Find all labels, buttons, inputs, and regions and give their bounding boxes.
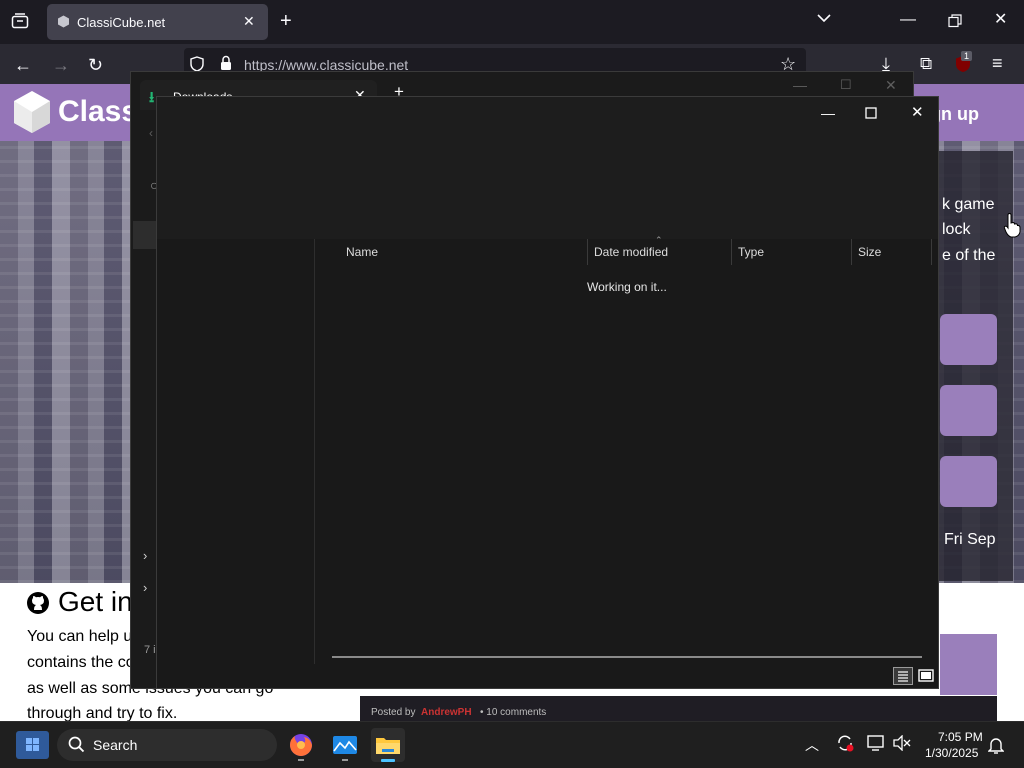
column-header-name[interactable]: Name (346, 245, 378, 259)
active-indicator (381, 759, 395, 762)
tab-title: ClassiCube.net (77, 15, 166, 30)
classicube-logo-icon[interactable] (12, 90, 52, 134)
explorer-toolbar-area: — ✕ (157, 97, 938, 239)
column-header-date-modified[interactable]: Date modified (594, 245, 668, 259)
running-indicator (298, 759, 304, 761)
search-icon (68, 736, 85, 758)
item-count-label: 7 i (144, 644, 156, 656)
chevron-down-icon[interactable] (816, 12, 832, 28)
running-indicator (342, 759, 348, 761)
close-window-button[interactable]: ✕ (994, 12, 1007, 28)
search-placeholder: Search (93, 737, 138, 753)
maximize-window-button[interactable]: ☐ (840, 77, 852, 93)
action-button-3[interactable] (940, 456, 997, 507)
volume-muted-icon[interactable] (893, 734, 911, 756)
column-divider (931, 239, 932, 265)
navigation-pane (157, 239, 315, 664)
network-icon[interactable] (867, 735, 885, 756)
clock-time[interactable]: 7:05 PM (938, 730, 983, 744)
maximize-window-button[interactable] (865, 106, 877, 124)
tab-classicube[interactable]: ClassiCube.net ✕ (47, 4, 268, 40)
expand-chevron-icon[interactable]: › (143, 548, 147, 563)
column-header-size[interactable]: Size (858, 245, 881, 259)
blog-posted-by: Posted by (371, 707, 416, 718)
expand-chevron-icon[interactable]: › (143, 580, 147, 595)
reload-icon[interactable]: ↻ (88, 56, 103, 74)
hand-cursor-icon (1003, 212, 1021, 239)
ublock-extension-icon[interactable]: 1 (955, 51, 973, 73)
column-header-type[interactable]: Type (738, 245, 764, 259)
intro-text-line-1: k game (942, 196, 995, 213)
action-button-2[interactable] (940, 385, 997, 436)
tab-list-icon[interactable] (10, 13, 30, 31)
taskbar-search[interactable]: Search (57, 729, 277, 761)
blog-author-link[interactable]: AndrewPH (421, 707, 472, 718)
intro-text-line-2: lock (942, 221, 971, 238)
blog-comments-link[interactable]: • 10 comments (480, 707, 546, 718)
minimize-window-button[interactable]: — (821, 105, 835, 121)
action-button-1[interactable] (940, 314, 997, 365)
details-view-button[interactable] (893, 667, 913, 685)
notification-bell-icon[interactable] (987, 736, 1005, 759)
close-window-button[interactable]: ✕ (885, 77, 897, 94)
blog-post-card[interactable] (940, 634, 997, 695)
clock-date[interactable]: 1/30/2025 (925, 746, 978, 760)
back-arrow-icon[interactable]: ← (14, 56, 32, 74)
file-explorer-window: — ✕ Name ⌃ Date modified Type Size Worki… (156, 96, 939, 689)
download-arrow-icon: ⭳ (149, 89, 155, 106)
horizontal-scrollbar[interactable] (332, 656, 922, 658)
start-button[interactable] (16, 731, 49, 759)
sync-status-icon[interactable] (836, 734, 854, 757)
github-icon (26, 591, 50, 615)
column-divider (731, 239, 732, 265)
back-arrow-icon[interactable]: ‹ (149, 126, 153, 140)
forward-arrow-icon[interactable]: → (52, 56, 70, 74)
new-tab-button[interactable]: + (280, 11, 292, 31)
extensions-icon[interactable]: ⧉ (920, 55, 932, 72)
column-divider (587, 239, 588, 265)
nav-selection (133, 221, 157, 249)
section-heading: Get in (58, 586, 133, 617)
site-favicon-icon (57, 15, 70, 28)
restore-window-button[interactable] (948, 14, 962, 32)
minimize-window-button[interactable]: — (900, 12, 916, 28)
firefox-app-icon[interactable] (284, 728, 318, 762)
news-date: Fri Sep (944, 531, 996, 548)
taskbar: Search ︿ 7:05 PM 1/30/2025 (0, 721, 1024, 768)
intro-text-line-3: e of the (942, 247, 996, 264)
section-text-line-1: You can help u (27, 628, 133, 645)
minimize-window-button[interactable]: — (793, 77, 807, 93)
show-hidden-icons-chevron-icon[interactable]: ︿ (805, 735, 819, 755)
blog-post-footer: Posted by AndrewPH • 10 comments (360, 696, 997, 722)
column-divider (851, 239, 852, 265)
large-icons-view-button[interactable] (917, 667, 935, 685)
browser-tab-bar: ClassiCube.net ✕ + — ✕ (0, 0, 1024, 44)
menu-icon[interactable]: ≡ (992, 54, 1003, 72)
extension-badge: 1 (961, 51, 973, 61)
photos-app-icon[interactable] (328, 728, 362, 762)
close-tab-icon[interactable]: ✕ (243, 14, 255, 28)
close-window-button[interactable]: ✕ (911, 103, 924, 121)
loading-status-text: Working on it... (587, 280, 667, 294)
file-explorer-app-icon[interactable] (371, 728, 405, 762)
